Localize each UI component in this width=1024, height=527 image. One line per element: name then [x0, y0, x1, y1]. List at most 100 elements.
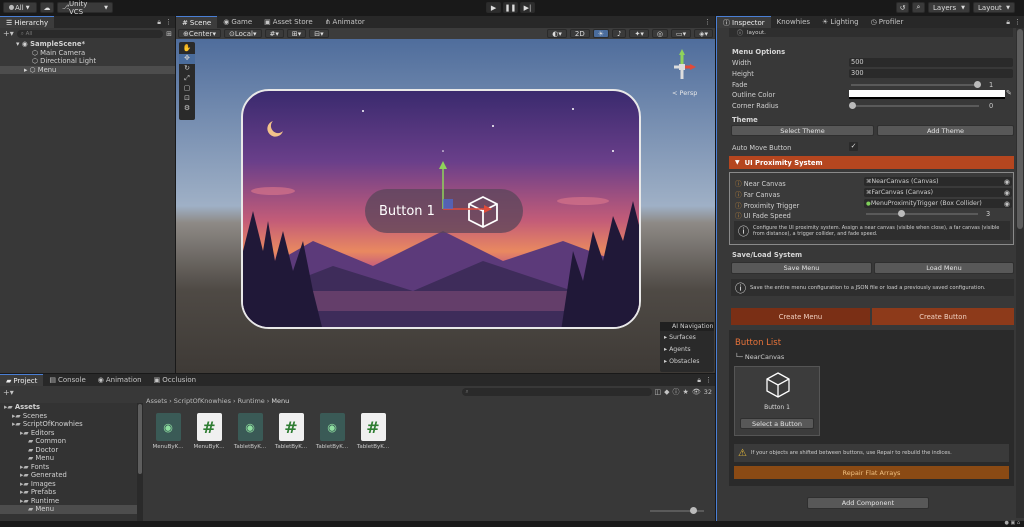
- add-component-button[interactable]: Add Component: [807, 497, 929, 509]
- favorite-icon[interactable]: ★: [683, 388, 689, 396]
- add-button[interactable]: +▾: [3, 29, 14, 38]
- folder-tree-item[interactable]: ▸▰ Runtime: [0, 497, 143, 506]
- tab-project[interactable]: ▰ Project: [0, 374, 44, 386]
- add-theme-button[interactable]: Add Theme: [877, 125, 1014, 136]
- overlay-item-obstacles[interactable]: ▸ Obstacles: [660, 353, 714, 365]
- scale-tool-icon[interactable]: ⤢: [179, 74, 195, 84]
- fade-slider-thumb[interactable]: [974, 81, 981, 88]
- tab-occlusion[interactable]: ▣ Occlusion: [148, 374, 203, 386]
- move-gizmo[interactable]: [428, 161, 498, 221]
- object-picker-icon[interactable]: ◉: [1004, 200, 1010, 208]
- auto-move-checkbox[interactable]: ✓: [849, 142, 858, 151]
- object-picker-icon[interactable]: ◉: [1004, 178, 1010, 186]
- repair-flat-arrays-button[interactable]: Repair Flat Arrays: [734, 466, 1009, 479]
- custom-tool-icon[interactable]: ⚙: [179, 104, 195, 114]
- add-asset-button[interactable]: +▾: [3, 388, 14, 397]
- breadcrumb-runtime[interactable]: Runtime: [238, 397, 265, 405]
- tab-console[interactable]: ▤ Console: [43, 374, 91, 386]
- breadcrumb-assets[interactable]: Assets: [146, 397, 167, 405]
- far-canvas-field[interactable]: ⌘ FarCanvas (Canvas) ◉: [864, 188, 1012, 197]
- grid-dropdown[interactable]: # ▾: [264, 29, 284, 38]
- more-icon[interactable]: ⋮: [1014, 18, 1021, 26]
- fade-speed-thumb[interactable]: [898, 210, 905, 217]
- overlay-item-surfaces[interactable]: ▸ Surfaces: [660, 331, 714, 341]
- tab-animator[interactable]: ⋔ Animator: [319, 16, 371, 28]
- save-menu-button[interactable]: Save Menu: [731, 262, 872, 274]
- tab-knowhies[interactable]: Knowhies: [771, 16, 816, 28]
- outline-color-field[interactable]: [849, 90, 1005, 99]
- persp-label[interactable]: < Persp: [672, 89, 697, 97]
- more-icon[interactable]: ⋮: [704, 18, 711, 26]
- search-input[interactable]: ⌕ All: [16, 29, 164, 38]
- space-dropdown[interactable]: ⊙ Local ▾: [223, 29, 262, 38]
- orientation-gizmo[interactable]: [664, 49, 700, 85]
- folder-tree-item[interactable]: ▰ Doctor: [0, 446, 143, 455]
- tab-inspector[interactable]: ⓘ Inspector: [717, 16, 771, 28]
- filter-type-icon[interactable]: ◫: [655, 388, 662, 396]
- scene-viewport[interactable]: ✋ ✥ ↻ ⤢ ▢ ⊡ ⚙ < Persp Button 1 AI Naviga…: [176, 39, 715, 373]
- proximity-trigger-field[interactable]: ● MenuProximityTrigger (Box Collider) ◉: [864, 199, 1012, 208]
- menu-canvas-preview[interactable]: Button 1: [241, 89, 641, 329]
- fade-slider[interactable]: [851, 84, 979, 86]
- tab-scene[interactable]: # Scene: [176, 16, 218, 28]
- hierarchy-item-menu[interactable]: ▸ ⬡ Menu: [0, 65, 175, 74]
- select-theme-button[interactable]: Select Theme: [731, 125, 874, 136]
- layers-dropdown[interactable]: Layers ▼: [928, 2, 970, 13]
- folder-tree-item[interactable]: ▸▰ Generated: [0, 471, 143, 480]
- camera-dropdown[interactable]: ▭ ▾: [670, 29, 692, 38]
- fade-speed-slider[interactable]: [866, 213, 978, 215]
- breadcrumb-script[interactable]: ScriptOfKnowhies: [174, 397, 231, 405]
- play-button[interactable]: ▶: [486, 2, 501, 13]
- folder-tree-item[interactable]: ▰ Menu: [0, 505, 143, 514]
- history-button[interactable]: ↺: [896, 2, 909, 13]
- more-icon[interactable]: ⋮: [705, 376, 712, 384]
- transform-tool-icon[interactable]: ⊡: [179, 94, 195, 104]
- folder-tree-item[interactable]: ▸▰ ScriptOfKnowhies: [0, 420, 143, 429]
- shading-dropdown[interactable]: ◐ ▾: [547, 29, 567, 38]
- asset-item[interactable]: # TabletByK...: [275, 413, 307, 450]
- asset-item[interactable]: # TabletByK...: [357, 413, 389, 450]
- view-tool-icon[interactable]: ✋: [179, 44, 195, 54]
- tab-lighting[interactable]: ☀ Lighting: [816, 16, 865, 28]
- near-canvas-node[interactable]: NearCanvas: [745, 353, 784, 361]
- folder-tree-item[interactable]: ▸▰ Editors: [0, 429, 143, 438]
- radius-slider-thumb[interactable]: [849, 102, 856, 109]
- audio-toggle[interactable]: ♪: [611, 29, 627, 38]
- radius-slider[interactable]: [851, 105, 979, 107]
- create-menu-button[interactable]: Create Menu: [731, 308, 870, 325]
- inspector-scrollbar[interactable]: [1016, 28, 1024, 518]
- folder-tree-item[interactable]: ▰ Common: [0, 437, 143, 446]
- select-button-button[interactable]: Select a Button: [740, 418, 814, 429]
- lock-icon[interactable]: 🔒︎: [157, 18, 161, 27]
- eyedropper-icon[interactable]: ✎: [1006, 89, 1012, 97]
- rect-tool-icon[interactable]: ▢: [179, 84, 195, 94]
- create-button-button[interactable]: Create Button: [872, 308, 1014, 325]
- height-field[interactable]: 300: [849, 69, 1013, 78]
- folder-tree-item[interactable]: ▸▰ Assets: [0, 403, 143, 412]
- folder-tree-item[interactable]: ▸▰ Fonts: [0, 463, 143, 472]
- load-menu-button[interactable]: Load Menu: [874, 262, 1014, 274]
- tab-profiler[interactable]: ◷ Profiler: [865, 16, 910, 28]
- cloud-button[interactable]: ☁: [40, 2, 54, 13]
- asset-item[interactable]: ◉ MenuByK...: [152, 413, 184, 450]
- lighting-toggle[interactable]: ☀: [592, 29, 609, 38]
- overlay-item-agents[interactable]: ▸ Agents: [660, 341, 714, 353]
- effects-dropdown[interactable]: ✦ ▾: [629, 29, 649, 38]
- tree-scrollbar[interactable]: [137, 403, 143, 521]
- ui-proximity-header[interactable]: ▼ UI Proximity System: [729, 156, 1014, 169]
- hierarchy-item-directional-light[interactable]: ⬡ Directional Light: [0, 57, 175, 66]
- snap-dropdown[interactable]: ⊞ ▾: [286, 29, 307, 38]
- filter-label-icon[interactable]: ◆: [664, 388, 669, 396]
- gizmos-dropdown[interactable]: ◈ ▾: [694, 29, 713, 38]
- folder-tree-item[interactable]: ▸▰ Images: [0, 480, 143, 489]
- vcs-dropdown[interactable]: ⎇ Unity VCS ▼: [57, 0, 113, 16]
- move-tool-icon[interactable]: ✥: [179, 54, 195, 64]
- info-icon[interactable]: ⓘ: [673, 387, 680, 397]
- lock-icon[interactable]: 🔒︎: [697, 376, 701, 385]
- hidden-toggle[interactable]: ◎: [651, 29, 668, 38]
- near-canvas-field[interactable]: ⌘ NearCanvas (Canvas) ◉: [864, 177, 1012, 186]
- asset-item[interactable]: ◉ TabletByK...: [316, 413, 348, 450]
- toggle-2d-button[interactable]: 2D: [569, 29, 590, 38]
- more-icon[interactable]: ⋮: [165, 18, 172, 26]
- asset-item[interactable]: # MenuByK...: [193, 413, 225, 450]
